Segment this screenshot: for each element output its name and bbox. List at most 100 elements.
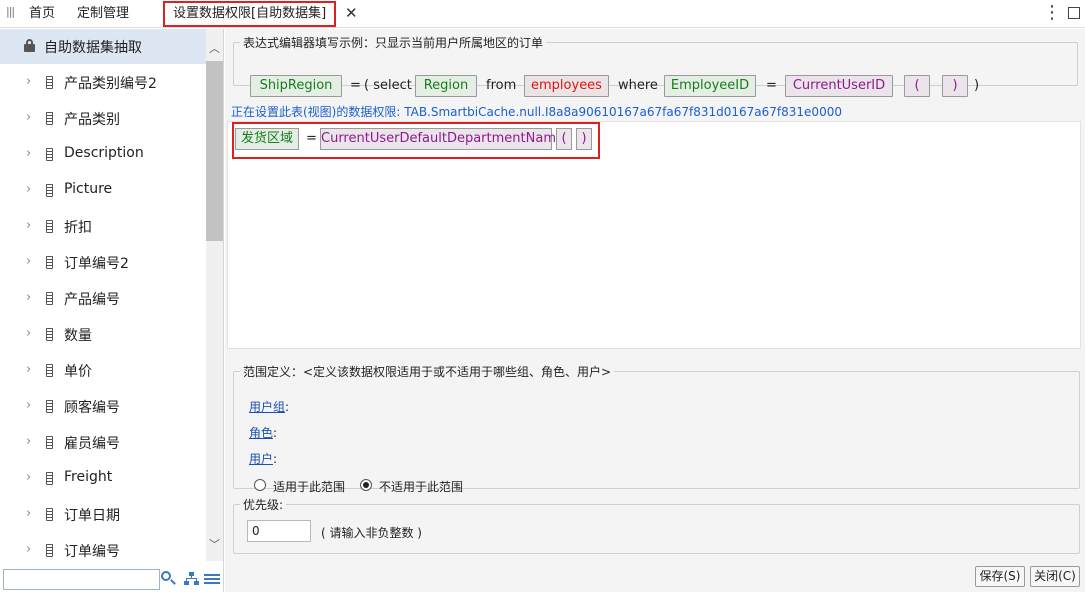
token-where: where xyxy=(618,78,658,93)
hierarchy-view-icon[interactable] xyxy=(184,572,199,585)
tree-item[interactable]: › 折扣 xyxy=(0,209,206,245)
tab-custom-management[interactable]: 定制管理 xyxy=(77,0,129,28)
token-close-paren: ) xyxy=(974,78,980,93)
chevron-right-icon[interactable]: › xyxy=(26,182,31,197)
chevron-right-icon[interactable]: › xyxy=(26,470,31,485)
tab-home[interactable]: 首页 xyxy=(29,0,55,28)
drag-grip-icon[interactable]: ||| xyxy=(6,6,15,18)
app-window: ||| 首页 定制管理 设置数据权限[自助数据集] ✕ ⋮ 自助数据集抽取 › 产… xyxy=(0,0,1085,592)
chevron-right-icon[interactable]: › xyxy=(26,362,31,377)
field-icon xyxy=(46,544,53,557)
tree-item[interactable]: › Description xyxy=(0,137,206,173)
tree-item-label: 产品编号 xyxy=(64,292,120,308)
field-icon xyxy=(46,364,53,377)
token-rparen[interactable]: ) xyxy=(942,75,968,97)
tree-item[interactable]: › 订单编号 xyxy=(0,533,206,569)
chevron-right-icon[interactable]: › xyxy=(26,506,31,521)
not-apply-label[interactable]: 不适用于此范围 xyxy=(379,478,463,495)
user-group-row: 用户组: xyxy=(249,398,289,415)
sidebar-search-input[interactable] xyxy=(3,569,160,590)
chevron-right-icon[interactable]: › xyxy=(26,290,31,305)
tree-item-label: Freight xyxy=(64,469,113,485)
permission-target-label: 正在设置此表(视图)的数据权限: TAB.SmartbiCache.null.I… xyxy=(231,105,842,119)
lock-icon xyxy=(24,39,35,53)
tree-root-item[interactable]: 自助数据集抽取 xyxy=(0,29,206,64)
chevron-right-icon[interactable]: › xyxy=(26,218,31,233)
tree-item[interactable]: › 数量 xyxy=(0,317,206,353)
priority-legend: 优先级: xyxy=(243,498,284,512)
list-view-icon[interactable] xyxy=(204,574,220,585)
tree-item[interactable]: › 产品类别 xyxy=(0,101,206,137)
chevron-right-icon[interactable]: › xyxy=(26,254,31,269)
expr-lparen-token[interactable]: ( xyxy=(556,128,572,150)
tree-item[interactable]: › Freight xyxy=(0,461,206,497)
field-icon xyxy=(46,508,53,521)
expression-editor[interactable]: 发货区域 = CurrentUserDefaultDepartmentName … xyxy=(227,121,1081,349)
priority-hint: ( 请输入非负整数 ) xyxy=(321,526,422,540)
apply-radio[interactable] xyxy=(254,479,266,491)
more-options-icon[interactable]: ⋮ xyxy=(1043,4,1061,22)
tree-item-label: 雇员编号 xyxy=(64,436,120,452)
tree-item-label: 顾客编号 xyxy=(64,400,120,416)
close-tab-icon[interactable]: ✕ xyxy=(345,4,358,22)
token-employees[interactable]: employees xyxy=(524,75,609,97)
chevron-right-icon[interactable]: › xyxy=(26,434,31,449)
field-icon xyxy=(46,328,53,341)
tree-item-label: 订单编号 xyxy=(64,544,120,560)
sidebar-scrollbar[interactable]: ︿ ﹀ xyxy=(206,29,223,561)
field-icon xyxy=(46,184,53,197)
not-apply-radio[interactable] xyxy=(360,479,372,491)
chevron-right-icon[interactable]: › xyxy=(26,398,31,413)
scope-legend: 范围定义：<定义该数据权限适用于或不适用于哪些组、角色、用户> xyxy=(243,365,612,379)
user-group-link[interactable]: 用户组 xyxy=(249,400,285,414)
chevron-right-icon[interactable]: › xyxy=(26,542,31,557)
scope-radio-row: 适用于此范围 不适用于此范围 xyxy=(254,478,494,494)
tree-item[interactable]: › 产品编号 xyxy=(0,281,206,317)
search-icon[interactable] xyxy=(161,571,176,585)
token-region[interactable]: Region xyxy=(415,75,477,97)
tab-data-permission[interactable]: 设置数据权限[自助数据集] xyxy=(163,1,337,27)
tree-item[interactable]: › 订单编号2 xyxy=(0,245,206,281)
expr-function-token[interactable]: CurrentUserDefaultDepartmentName xyxy=(320,128,564,150)
field-icon xyxy=(46,292,53,305)
tree-item[interactable]: › 顾客编号 xyxy=(0,389,206,425)
tree-item[interactable]: › 雇员编号 xyxy=(0,425,206,461)
scroll-up-icon[interactable]: ︿ xyxy=(206,41,223,57)
role-link[interactable]: 角色 xyxy=(249,426,273,440)
expr-field-token[interactable]: 发货区域 xyxy=(235,128,299,150)
apply-label[interactable]: 适用于此范围 xyxy=(273,478,345,495)
token-lparen[interactable]: ( xyxy=(904,75,930,97)
scroll-down-icon[interactable]: ﹀ xyxy=(206,537,223,553)
field-icon xyxy=(46,112,53,125)
expr-rparen-token[interactable]: ) xyxy=(576,128,592,150)
tree-item[interactable]: › 订单日期 xyxy=(0,497,206,533)
tree-item-label: 产品类别 xyxy=(64,112,120,128)
scope-group: 范围定义：<定义该数据权限适用于或不适用于哪些组、角色、用户> 用户组: 角色:… xyxy=(233,363,1080,494)
user-row: 用户: xyxy=(249,450,277,467)
user-link[interactable]: 用户 xyxy=(249,452,273,466)
token-select: ( select xyxy=(364,78,412,93)
priority-input[interactable]: 0 xyxy=(247,520,311,542)
tree-item[interactable]: › Picture xyxy=(0,173,206,209)
chevron-right-icon[interactable]: › xyxy=(26,326,31,341)
field-icon xyxy=(46,256,53,269)
maximize-icon[interactable] xyxy=(1068,7,1080,19)
tree-item[interactable]: › 单价 xyxy=(0,353,206,389)
tree-root-label: 自助数据集抽取 xyxy=(44,40,142,56)
save-button[interactable]: 保存(S) xyxy=(975,566,1025,587)
tree-item-label: Description xyxy=(64,145,144,161)
field-icon xyxy=(46,220,53,233)
tree-item-label: 产品类别编号2 xyxy=(64,76,157,92)
token-currentuserid[interactable]: CurrentUserID xyxy=(785,75,893,97)
close-button[interactable]: 关闭(C) xyxy=(1030,566,1080,587)
field-icon xyxy=(46,148,53,161)
scroll-thumb[interactable] xyxy=(206,61,223,241)
token-employeeid[interactable]: EmployeeID xyxy=(664,75,756,97)
token-shipregion[interactable]: ShipRegion xyxy=(250,75,342,97)
tree-item-label: 订单编号2 xyxy=(64,256,129,272)
role-colon: : xyxy=(273,426,278,440)
tree-item[interactable]: › 产品类别编号2 xyxy=(0,65,206,101)
chevron-right-icon[interactable]: › xyxy=(26,110,31,125)
chevron-right-icon[interactable]: › xyxy=(26,146,31,161)
chevron-right-icon[interactable]: › xyxy=(26,74,31,89)
